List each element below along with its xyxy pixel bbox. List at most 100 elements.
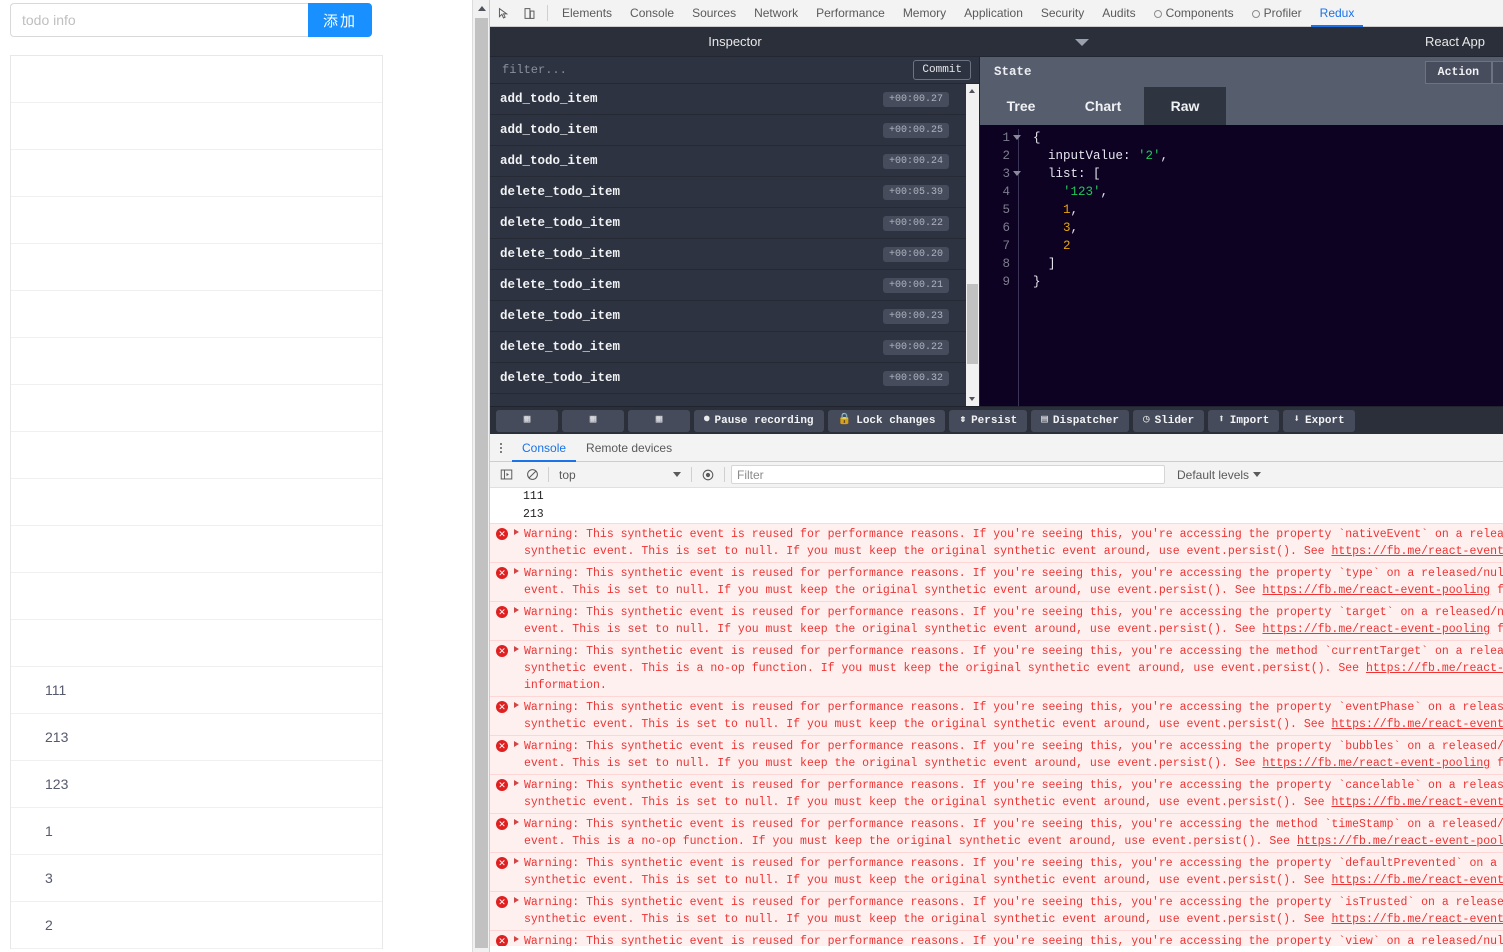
import-button[interactable]: ⬆ Import: [1208, 409, 1280, 432]
todo-list-item[interactable]: 3: [11, 855, 382, 902]
expand-triangle-icon[interactable]: [514, 526, 524, 560]
action-row[interactable]: delete_todo_item +00:00.22: [490, 208, 979, 239]
error-doc-link[interactable]: https://fb.me/react-event-pooling: [1331, 874, 1503, 887]
todo-list-item[interactable]: 111: [11, 667, 382, 714]
todo-list-item[interactable]: [11, 291, 382, 338]
dispatcher-button[interactable]: ▤ Dispatcher: [1031, 409, 1129, 432]
expand-triangle-icon[interactable]: [514, 643, 524, 694]
error-doc-link[interactable]: https://fb.me/react-event-po: [1366, 662, 1503, 675]
todo-list-item[interactable]: [11, 197, 382, 244]
log-levels-select[interactable]: Default levels: [1171, 468, 1262, 482]
code-fold-icon[interactable]: [1013, 171, 1021, 176]
action-row[interactable]: delete_todo_item +00:00.22: [490, 332, 979, 363]
live-expression-eye-icon[interactable]: [698, 465, 718, 485]
todo-input[interactable]: [10, 3, 308, 37]
error-doc-link[interactable]: https://fb.me/react-event-pooling: [1297, 835, 1503, 848]
error-doc-link[interactable]: https://fb.me/react-event-pooling: [1331, 913, 1503, 926]
page-scrollbar-thumb[interactable]: [475, 18, 488, 948]
console-sidebar-icon[interactable]: [496, 465, 516, 485]
code-fold-icon[interactable]: [1013, 135, 1021, 140]
state-subtab-chart[interactable]: Chart: [1062, 87, 1144, 125]
expand-triangle-icon[interactable]: [514, 565, 524, 599]
devtools-tab-redux[interactable]: Redux: [1311, 0, 1364, 27]
expand-triangle-icon[interactable]: [514, 699, 524, 733]
device-toolbar-icon[interactable]: [516, 0, 542, 26]
error-doc-link[interactable]: https://fb.me/react-event-pooling: [1262, 584, 1490, 597]
action-scroll-up-icon[interactable]: [966, 84, 979, 97]
action-scroll-down-icon[interactable]: [966, 393, 979, 406]
action-row[interactable]: delete_todo_item +00:00.21: [490, 270, 979, 301]
error-doc-link[interactable]: https://fb.me/react-event-pooling: [1331, 718, 1503, 731]
state-subtab-tree[interactable]: Tree: [980, 87, 1062, 125]
todo-list-item[interactable]: [11, 526, 382, 573]
expand-triangle-icon[interactable]: [514, 855, 524, 889]
error-doc-link[interactable]: https://fb.me/react-event-pooling: [1331, 545, 1503, 558]
monitor-toggle-button-1[interactable]: ▦: [496, 409, 558, 432]
todo-list-item[interactable]: [11, 432, 382, 479]
action-scrollbar-thumb[interactable]: [967, 284, 978, 364]
expand-triangle-icon[interactable]: [514, 894, 524, 928]
action-row[interactable]: delete_todo_item +00:00.20: [490, 239, 979, 270]
todo-list-item[interactable]: [11, 573, 382, 620]
action-row[interactable]: delete_todo_item +00:00.23: [490, 301, 979, 332]
action-row[interactable]: delete_todo_item +00:00.32: [490, 363, 979, 394]
action-row[interactable]: delete_todo_item +00:05.39: [490, 177, 979, 208]
drawer-tab-remote-devices[interactable]: Remote devices: [576, 434, 682, 462]
scroll-up-arrow-icon[interactable]: [473, 0, 490, 17]
clear-console-icon[interactable]: [522, 465, 542, 485]
devtools-tab-profiler[interactable]: Profiler: [1243, 0, 1311, 27]
slider-button[interactable]: ◷ Slider: [1132, 409, 1205, 432]
devtools-tab-network[interactable]: Network: [745, 0, 807, 27]
todo-list-item[interactable]: [11, 150, 382, 197]
console-filter-input[interactable]: [731, 465, 1165, 484]
todo-list-item[interactable]: [11, 338, 382, 385]
state-subtab-raw[interactable]: Raw: [1144, 87, 1226, 125]
action-toggle-button[interactable]: Action: [1424, 61, 1493, 84]
devtools-tab-components[interactable]: Components: [1145, 0, 1243, 27]
todo-list-item[interactable]: 1: [11, 808, 382, 855]
devtools-tab-console[interactable]: Console: [621, 0, 683, 27]
persist-button[interactable]: ⇟ Persist: [949, 409, 1028, 432]
add-todo-button[interactable]: 添加: [308, 3, 372, 37]
expand-triangle-icon[interactable]: [514, 738, 524, 772]
expand-triangle-icon[interactable]: [514, 777, 524, 811]
error-doc-link[interactable]: https://fb.me/react-event-pooling: [1262, 757, 1490, 770]
devtools-tab-audits[interactable]: Audits: [1093, 0, 1144, 27]
lock-changes-button[interactable]: 🔒 Lock changes: [827, 409, 946, 432]
error-doc-link[interactable]: https://fb.me/react-event-pooling: [1262, 623, 1490, 636]
devtools-tab-application[interactable]: Application: [955, 0, 1032, 27]
todo-list-item[interactable]: [11, 56, 382, 103]
todo-list-item[interactable]: [11, 103, 382, 150]
expand-triangle-icon[interactable]: [514, 816, 524, 850]
export-button[interactable]: ⬇ Export: [1283, 409, 1355, 432]
commit-button[interactable]: Commit: [913, 60, 971, 80]
devtools-tab-memory[interactable]: Memory: [894, 0, 955, 27]
code-content[interactable]: { inputValue: '2', list: [ '123', 1, 3, …: [1018, 129, 1503, 406]
todo-list-item[interactable]: [11, 244, 382, 291]
todo-list-item[interactable]: 123: [11, 761, 382, 808]
page-scrollbar[interactable]: [472, 0, 490, 952]
todo-list-item[interactable]: 213: [11, 714, 382, 761]
todo-list-item[interactable]: [11, 385, 382, 432]
monitor-chevron-down-icon[interactable]: [1075, 39, 1089, 46]
todo-list-item[interactable]: [11, 479, 382, 526]
inspect-element-icon[interactable]: [490, 0, 516, 26]
monitor-toggle-button-2[interactable]: ▦: [562, 409, 624, 432]
error-doc-link[interactable]: https://fb.me/react-event-pooling: [1331, 796, 1503, 809]
state-toggle-button[interactable]: S: [1492, 61, 1503, 84]
action-filter-input[interactable]: [500, 62, 914, 78]
action-list-scrollbar[interactable]: [966, 84, 979, 406]
monitor-toggle-button-3[interactable]: ▦: [628, 409, 690, 432]
todo-list-item[interactable]: 2: [11, 902, 382, 949]
devtools-tab-elements[interactable]: Elements: [553, 0, 621, 27]
action-row[interactable]: add_todo_item +00:00.24: [490, 146, 979, 177]
expand-triangle-icon[interactable]: [514, 604, 524, 638]
action-row[interactable]: add_todo_item +00:00.25: [490, 115, 979, 146]
devtools-tab-performance[interactable]: Performance: [807, 0, 894, 27]
todo-list-item[interactable]: [11, 620, 382, 667]
more-options-icon[interactable]: [490, 434, 512, 462]
devtools-tab-sources[interactable]: Sources: [683, 0, 745, 27]
execution-context-select[interactable]: top: [555, 465, 685, 485]
pause-recording-button[interactable]: ⏺ Pause recording: [694, 409, 824, 432]
drawer-tab-console[interactable]: Console: [512, 434, 576, 462]
